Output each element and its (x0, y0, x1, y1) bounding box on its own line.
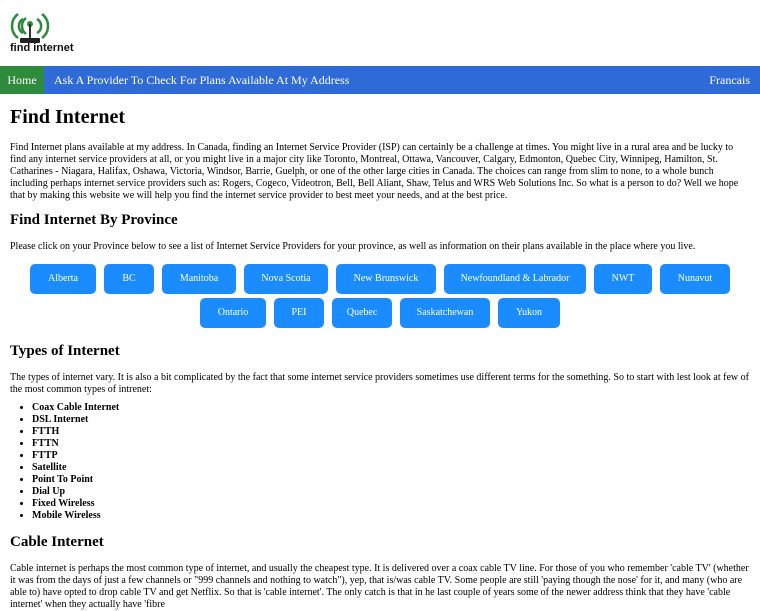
province-button-new-brunswick[interactable]: New Brunswick (336, 264, 436, 294)
province-button-yukon[interactable]: Yukon (498, 298, 560, 328)
page-title: Find Internet (10, 106, 125, 128)
list-item: Mobile Wireless (32, 510, 119, 522)
list-item: FTTH (32, 426, 119, 438)
province-intro: Please click on your Province below to s… (10, 241, 696, 252)
province-buttons-row-1: Alberta BC Manitoba Nova Scotia New Brun… (0, 264, 760, 294)
province-button-newfoundland-labrador[interactable]: Newfoundland & Labrador (444, 264, 586, 294)
cable-paragraph: Cable internet is perhaps the most commo… (10, 563, 749, 610)
province-button-nwt[interactable]: NWT (594, 264, 652, 294)
list-item: Point To Point (32, 474, 119, 486)
province-button-nova-scotia[interactable]: Nova Scotia (244, 264, 328, 294)
province-button-bc[interactable]: BC (104, 264, 154, 294)
list-item: FTTP (32, 450, 119, 462)
list-item: FTTN (32, 438, 119, 450)
nav-ask-provider-link[interactable]: Ask A Provider To Check For Plans Availa… (54, 66, 349, 94)
province-button-quebec[interactable]: Quebec (332, 298, 392, 328)
nav-home-link[interactable]: Home (0, 66, 44, 94)
list-item: DSL Internet (32, 414, 119, 426)
list-item: Fixed Wireless (32, 498, 119, 510)
province-button-nunavut[interactable]: Nunavut (660, 264, 730, 294)
province-button-pei[interactable]: PEI (274, 298, 324, 328)
list-item: Coax Cable Internet (32, 402, 119, 414)
types-list: Coax Cable Internet DSL Internet FTTH FT… (10, 402, 119, 522)
logo-text[interactable]: find internet (10, 42, 74, 54)
province-buttons-row-2: Ontario PEI Quebec Saskatchewan Yukon (0, 298, 760, 328)
intro-paragraph: Find Internet plans available at my addr… (10, 142, 739, 201)
main-navbar: Home Ask A Provider To Check For Plans A… (0, 66, 760, 94)
list-item: Satellite (32, 462, 119, 474)
province-button-alberta[interactable]: Alberta (30, 264, 96, 294)
cable-heading: Cable Internet (10, 534, 104, 550)
nav-francais-link[interactable]: Francais (709, 66, 750, 94)
province-button-ontario[interactable]: Ontario (200, 298, 266, 328)
province-heading: Find Internet By Province (10, 212, 178, 228)
types-intro: The types of internet vary. It is also a… (10, 372, 749, 395)
province-button-manitoba[interactable]: Manitoba (162, 264, 236, 294)
province-button-saskatchewan[interactable]: Saskatchewan (400, 298, 490, 328)
list-item: Dial Up (32, 486, 119, 498)
types-heading: Types of Internet (10, 343, 120, 359)
